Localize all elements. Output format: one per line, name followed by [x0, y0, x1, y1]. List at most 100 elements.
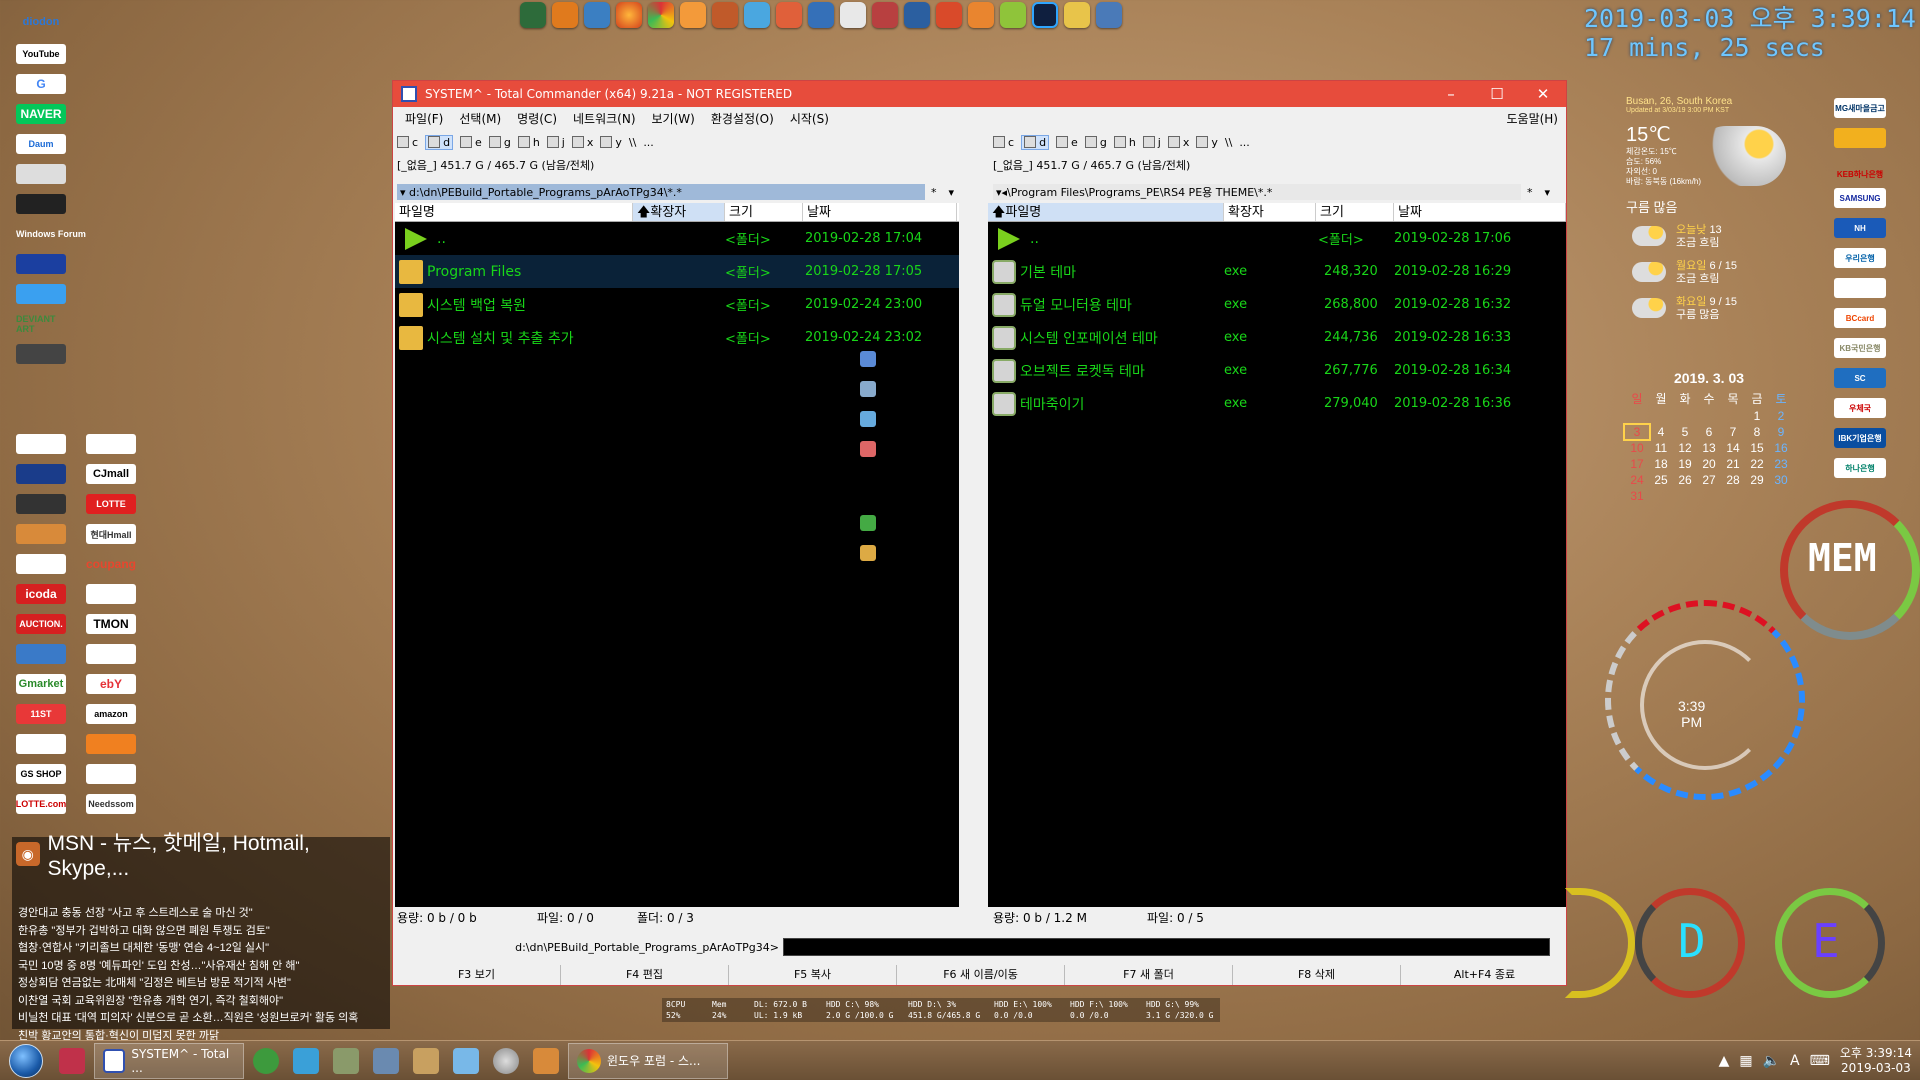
ebay-logo[interactable]: ebY: [86, 674, 136, 694]
desktop-logo[interactable]: [16, 374, 66, 394]
pack-icon[interactable]: [860, 515, 876, 531]
drive-e-button[interactable]: e: [1056, 136, 1078, 149]
menu-file[interactable]: 파일(F): [397, 110, 451, 127]
calendar-day[interactable]: 14: [1721, 441, 1745, 455]
favorites-icon[interactable]: *: [1527, 186, 1533, 199]
auction-logo[interactable]: AUCTION.: [16, 614, 66, 634]
menu-start[interactable]: 시작(S): [782, 110, 837, 127]
desktop-logo[interactable]: [16, 554, 66, 574]
calendar-day[interactable]: 25: [1649, 473, 1673, 487]
bank-logo[interactable]: 우리은행: [1834, 248, 1886, 268]
desktop-logo[interactable]: [16, 464, 66, 484]
calendar-day[interactable]: 3: [1623, 423, 1651, 441]
title-bar[interactable]: SYSTEM^ - Total Commander (x64) 9.21a - …: [393, 81, 1566, 107]
calendar-day[interactable]: 21: [1721, 457, 1745, 471]
desktop-logo[interactable]: diodon: [16, 12, 66, 32]
drive-h-button[interactable]: h: [1113, 136, 1136, 149]
drive-y-button[interactable]: y: [1196, 136, 1218, 149]
taskbar-pinned-app[interactable]: [326, 1043, 366, 1079]
more-drives-button[interactable]: ...: [1239, 136, 1250, 149]
lotte-logo[interactable]: LOTTE: [86, 494, 136, 514]
calendar-day[interactable]: 8: [1745, 425, 1769, 439]
needssom-logo[interactable]: Needssom: [86, 794, 136, 814]
start-button[interactable]: [0, 1041, 52, 1080]
search-icon[interactable]: [860, 351, 876, 367]
menu-configuration[interactable]: 환경설정(O): [703, 110, 782, 127]
f5-copy-button[interactable]: F5 복사: [729, 965, 897, 985]
launch-app-icon[interactable]: [552, 2, 578, 28]
drive-j-button[interactable]: j: [546, 136, 565, 149]
drive-j-button[interactable]: j: [1142, 136, 1161, 149]
launch-app-icon[interactable]: [808, 2, 834, 28]
bank-logo[interactable]: KB국민은행: [1834, 338, 1886, 358]
file-row[interactable]: Program Files <폴더> 2019-02-28 17:05: [395, 255, 959, 288]
news-headline[interactable]: 한유총 "정부가 겁박하고 대화 않으면 폐원 투쟁도 검토": [12, 923, 390, 941]
file-row[interactable]: .. <폴더> 2019-02-28 17:04: [395, 222, 959, 255]
news-headline[interactable]: 국민 10명 중 8명 '예듀파인' 도입 찬성…"사유재산 침해 안 해": [12, 958, 390, 976]
desktop-logo[interactable]: [16, 494, 66, 514]
calendar-day[interactable]: 9: [1769, 425, 1793, 439]
taskbar-pinned-app[interactable]: [366, 1043, 406, 1079]
network-drive-button[interactable]: \\: [629, 136, 636, 149]
desktop-logo[interactable]: [16, 254, 66, 274]
right-file-panel[interactable]: 🡅파일명 확장자 크기 날짜 .. <폴더> 2019-02-28 17:06 기본…: [988, 203, 1566, 907]
desktop-logo[interactable]: [16, 734, 66, 754]
launch-app-icon[interactable]: [584, 2, 610, 28]
calendar-day[interactable]: [1625, 409, 1649, 423]
new-folder-icon[interactable]: [860, 545, 876, 561]
drive-c-button[interactable]: c: [397, 136, 418, 149]
menu-network[interactable]: 네트워크(N): [565, 110, 644, 127]
menu-help[interactable]: 도움말(H): [1506, 110, 1566, 127]
lottecom-logo[interactable]: LOTTE.com: [16, 794, 66, 814]
calendar-day[interactable]: [1673, 409, 1697, 423]
desktop-logo[interactable]: [86, 584, 136, 604]
calendar-day[interactable]: 30: [1769, 473, 1793, 487]
news-headline[interactable]: 협창·연합사 "키리졸브 대체한 '동맹' 연습 4~12일 실시": [12, 940, 390, 958]
drive-x-button[interactable]: x: [571, 136, 593, 149]
firefox-icon[interactable]: [616, 2, 642, 28]
copy-icon[interactable]: [860, 411, 876, 427]
f3-view-button[interactable]: F3 보기: [393, 965, 561, 985]
calendar-day[interactable]: 24: [1625, 473, 1649, 487]
history-dropdown-icon[interactable]: ▾: [1545, 186, 1551, 199]
launch-app-icon[interactable]: [904, 2, 930, 28]
column-size[interactable]: 크기: [725, 203, 803, 221]
drive-e-button[interactable]: e: [460, 136, 482, 149]
hmall-logo[interactable]: 현대Hmall: [86, 524, 136, 544]
calendar-day[interactable]: 19: [1673, 457, 1697, 471]
file-row[interactable]: 시스템 백업 복원 <폴더> 2019-02-24 23:00: [395, 288, 959, 321]
menu-view[interactable]: 보기(W): [644, 110, 703, 127]
keyboard-icon[interactable]: ⌨: [1810, 1053, 1830, 1069]
ime-indicator[interactable]: A: [1790, 1053, 1800, 1069]
column-extension[interactable]: 🡅확장자: [633, 203, 725, 221]
calendar-day[interactable]: 17: [1625, 457, 1649, 471]
compare-icon[interactable]: [860, 441, 876, 457]
msn-title[interactable]: ◉ MSN - 뉴스, 핫메일, Hotmail, Skype,...: [12, 832, 390, 880]
calendar-day[interactable]: 22: [1745, 457, 1769, 471]
calendar-day[interactable]: 27: [1697, 473, 1721, 487]
exit-button[interactable]: Alt+F4 종료: [1401, 965, 1568, 985]
calendar-day[interactable]: 23: [1769, 457, 1793, 471]
menu-commands[interactable]: 명령(C): [509, 110, 565, 127]
column-date[interactable]: 날짜: [1394, 203, 1566, 221]
desktop-logo[interactable]: [86, 644, 136, 664]
more-drives-button[interactable]: ...: [643, 136, 654, 149]
f8-delete-button[interactable]: F8 삭제: [1233, 965, 1401, 985]
file-row[interactable]: 듀얼 모니터용 테마 exe 268,800 2019-02-28 16:32: [988, 288, 1566, 321]
launch-app-icon[interactable]: [680, 2, 706, 28]
bank-logo[interactable]: [1834, 278, 1886, 298]
bank-logo[interactable]: SC: [1834, 368, 1886, 388]
file-row[interactable]: .. <폴더> 2019-02-28 17:06: [988, 222, 1566, 255]
calendar-day[interactable]: 6: [1697, 425, 1721, 439]
calendar-day[interactable]: 18: [1649, 457, 1673, 471]
bank-logo[interactable]: NH: [1834, 218, 1886, 238]
calendar-day[interactable]: 2: [1769, 409, 1793, 423]
bank-logo[interactable]: SAMSUNG: [1834, 188, 1886, 208]
file-row[interactable]: 시스템 인포메이션 테마 exe 244,736 2019-02-28 16:33: [988, 321, 1566, 354]
bank-logo[interactable]: KEB하나은행: [1834, 164, 1886, 184]
calendar-day[interactable]: 26: [1673, 473, 1697, 487]
amazon-logo[interactable]: amazon: [86, 704, 136, 724]
daum-logo[interactable]: Daum: [16, 134, 66, 154]
calendar-icon[interactable]: [1096, 2, 1122, 28]
taskbar-pinned-app[interactable]: [406, 1043, 446, 1079]
